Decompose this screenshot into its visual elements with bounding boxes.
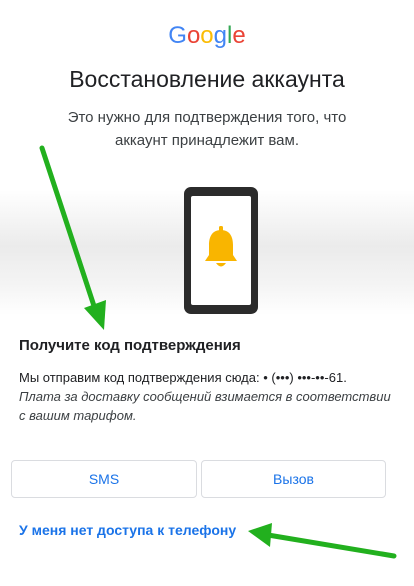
logo-letter: o <box>186 22 201 49</box>
send-code-text: Мы отправим код подтверждения сюда: • (•… <box>19 370 347 385</box>
verification-heading: Получите код подтверждения <box>19 337 241 354</box>
logo-letter: e <box>232 22 246 49</box>
page-title: Восстановление аккаунта <box>69 66 345 92</box>
phone-screen <box>191 196 251 305</box>
phone-with-bell-icon <box>184 187 258 314</box>
bell-icon <box>205 226 237 267</box>
logo-letter: o <box>200 22 214 49</box>
page-subtitle: Это нужно для подтверждения того, что ак… <box>67 109 347 149</box>
logo-letter: G <box>168 22 187 49</box>
verification-body: Мы отправим код подтверждения сюда: • (•… <box>19 368 399 425</box>
logo-letter: g <box>213 22 228 49</box>
account-recovery-page: Google Восстановление аккаунта Это нужно… <box>0 0 414 586</box>
green-arrow-icon <box>248 523 397 559</box>
no-phone-access-link[interactable]: У меня нет доступа к телефону <box>19 522 236 538</box>
google-logo: Google <box>0 22 414 50</box>
sms-button[interactable]: SMS <box>11 460 197 498</box>
fee-note: Плата за доставку сообщений взимается в … <box>19 389 391 423</box>
call-button[interactable]: Вызов <box>201 460 386 498</box>
